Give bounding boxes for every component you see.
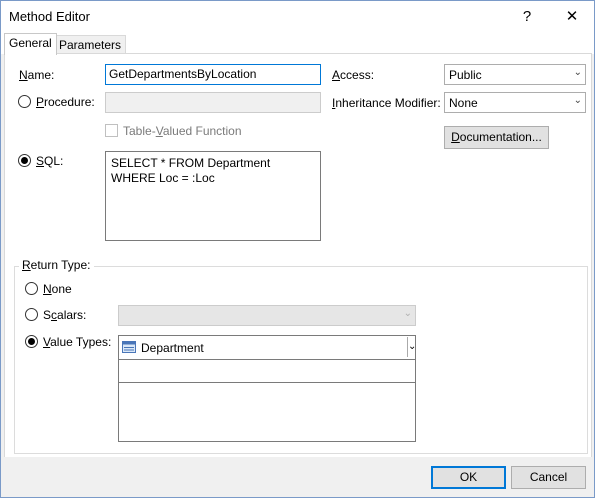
help-button[interactable]: ?: [507, 1, 547, 32]
sql-label: SQL:: [36, 154, 64, 168]
ok-button[interactable]: OK: [431, 466, 506, 489]
scalars-radio[interactable]: [25, 308, 38, 321]
scalars-label: Scalars:: [43, 308, 87, 322]
value-types-row[interactable]: [119, 360, 415, 383]
procedure-radio[interactable]: [18, 95, 31, 108]
access-dropdown[interactable]: Public ⌄: [444, 64, 586, 85]
chevron-down-icon[interactable]: ⌄: [407, 337, 416, 357]
dialog-footer: OK Cancel: [1, 457, 594, 497]
procedure-label: Procedure:: [36, 95, 95, 109]
tab-general[interactable]: General: [4, 33, 57, 55]
inheritance-value: None: [449, 96, 478, 110]
procedure-field[interactable]: [105, 92, 321, 113]
entity-icon: [122, 341, 136, 353]
value-types-combo[interactable]: Department ⌄: [119, 336, 416, 360]
sql-radio[interactable]: [18, 154, 31, 167]
return-type-label: Return Type:: [19, 258, 94, 272]
value-types-list[interactable]: Department ⌄: [118, 335, 416, 442]
value-types-label: Value Types:: [43, 335, 112, 349]
inheritance-label: Inheritance Modifier:: [332, 96, 441, 110]
window-title: Method Editor: [9, 9, 90, 24]
access-label: Access:: [332, 68, 375, 82]
tab-strip: General Parameters: [1, 32, 594, 55]
name-field[interactable]: GetDepartmentsByLocation: [105, 64, 321, 85]
table-valued-checkbox[interactable]: [105, 124, 118, 137]
inheritance-dropdown[interactable]: None ⌄: [444, 92, 586, 113]
method-editor-window: Method Editor ? ✕ General Parameters Nam…: [0, 0, 595, 498]
none-radio[interactable]: [25, 282, 38, 295]
name-label: Name:: [19, 68, 55, 82]
none-label: None: [43, 282, 72, 296]
chevron-down-icon: ⌄: [573, 67, 582, 78]
selected-value-type: Department: [141, 341, 204, 355]
chevron-down-icon: ⌄: [573, 95, 582, 106]
tab-parameters[interactable]: Parameters: [54, 35, 127, 55]
general-tab-panel: Name: GetDepartmentsByLocation Procedure…: [4, 53, 592, 458]
close-button[interactable]: ✕: [552, 1, 592, 32]
chevron-down-icon: ⌄: [403, 308, 412, 319]
value-types-radio[interactable]: [25, 335, 38, 348]
access-value: Public: [449, 68, 482, 82]
cancel-button[interactable]: Cancel: [511, 466, 586, 489]
table-valued-label: Table-Valued Function: [123, 124, 242, 138]
scalars-dropdown[interactable]: ⌄: [118, 305, 416, 326]
sql-textarea[interactable]: SELECT * FROM Department WHERE Loc = :Lo…: [105, 151, 321, 241]
title-bar: Method Editor ? ✕: [1, 1, 594, 32]
documentation-button[interactable]: Documentation...: [444, 126, 549, 149]
